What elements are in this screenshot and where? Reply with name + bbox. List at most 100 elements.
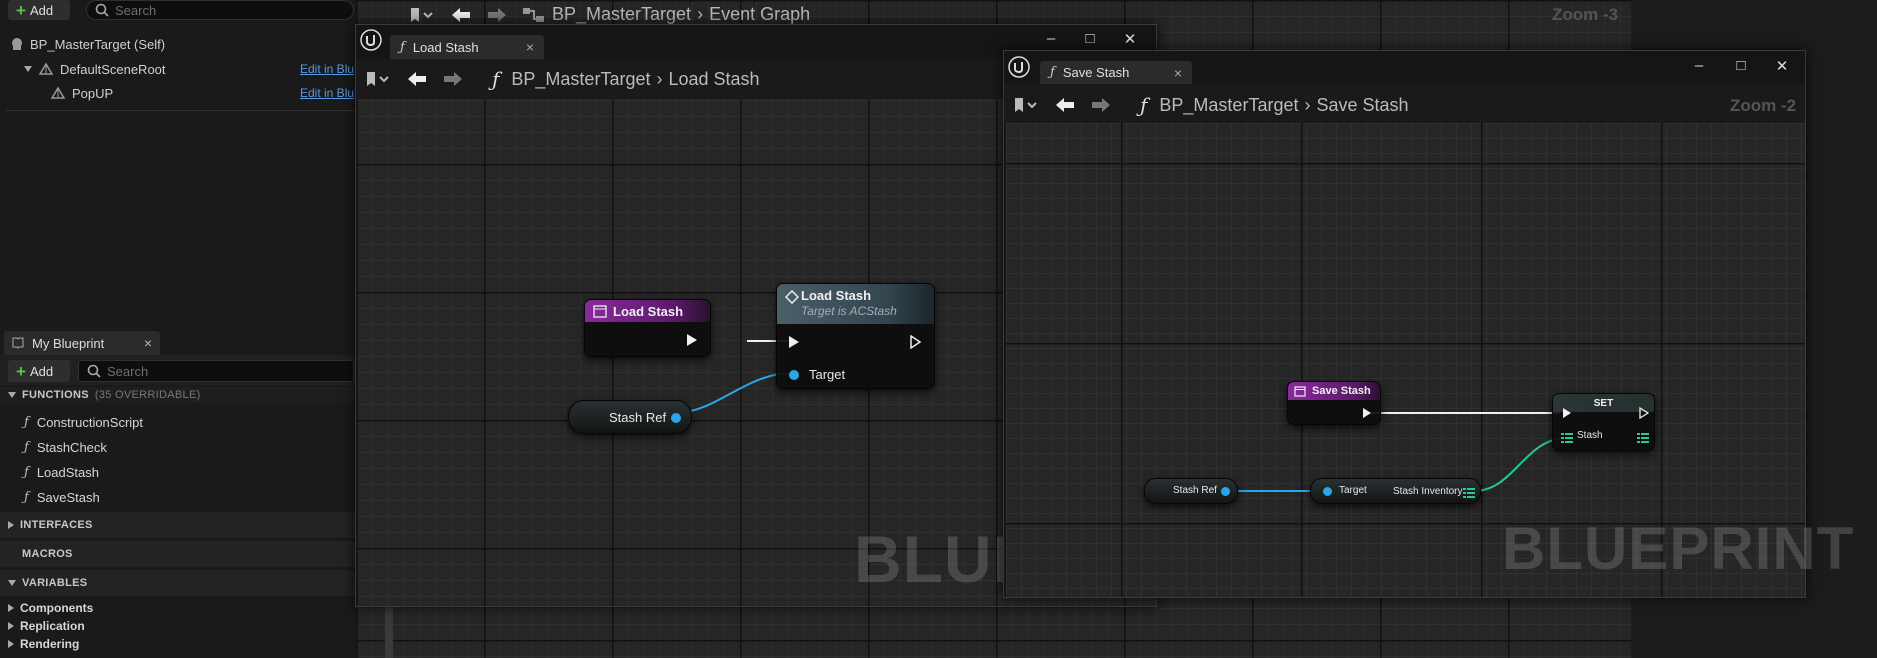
- stash-inventory-getter-node[interactable]: Target Stash Inventory: [1310, 478, 1481, 504]
- add-label: Add: [29, 2, 54, 18]
- stash-ref-getter-node[interactable]: Stash Ref: [1144, 478, 1238, 504]
- target-pin[interactable]: [789, 370, 799, 380]
- stash-ref-label: Stash Ref: [609, 410, 667, 425]
- function-entry-icon: [593, 304, 607, 318]
- plus-icon: +: [16, 361, 26, 381]
- breadcrumb-separator-icon: ›: [697, 4, 704, 24]
- event-graph-breadcrumb: BP_MasterTarget › Event Graph: [522, 4, 810, 25]
- data-wire: [674, 372, 793, 414]
- components-add-button[interactable]: + Add: [8, 0, 70, 20]
- exec-out-pin[interactable]: [1363, 408, 1371, 418]
- expand-icon[interactable]: [24, 66, 32, 72]
- function-entry-node[interactable]: Load Stash: [584, 299, 711, 357]
- macros-section-header[interactable]: MACROS: [0, 541, 356, 567]
- exec-out-outline-icon[interactable]: [1639, 406, 1650, 422]
- function-icon: ƒ: [24, 440, 29, 455]
- function-icon: ƒ: [24, 490, 29, 505]
- call-node-header: Load Stash Target is ACStash: [777, 284, 934, 324]
- stash-ref-out-pin[interactable]: [1221, 487, 1230, 496]
- expand-icon[interactable]: [8, 580, 16, 586]
- function-item-label: StashCheck: [36, 440, 107, 455]
- my-blueprint-search-input[interactable]: [107, 363, 353, 379]
- variable-category-label: Components: [20, 601, 94, 615]
- my-blueprint-tab-label: My Blueprint: [32, 335, 105, 351]
- event-graph-toolbar: BP_MasterTarget › Event Graph: [408, 4, 810, 25]
- edit-in-blueprint-link[interactable]: Edit in Blu: [300, 86, 354, 100]
- bookmark-icon[interactable]: [408, 6, 436, 24]
- load-stash-call-node[interactable]: Load Stash Target is ACStash Target: [776, 283, 935, 389]
- components-search-input[interactable]: [115, 2, 353, 18]
- event-graph-icon: [522, 6, 546, 24]
- add-label: Add: [29, 363, 54, 379]
- expand-icon[interactable]: [8, 392, 16, 398]
- interfaces-section-header[interactable]: INTERFACES: [0, 512, 356, 538]
- target-pin-label: Target: [809, 367, 846, 382]
- save-stash-window[interactable]: ƒ Save Stash × – □ ✕ ƒ BP_MasterTarget ›…: [1003, 50, 1853, 598]
- variable-category-components[interactable]: Components: [8, 601, 93, 615]
- component-popup[interactable]: PopUP: [50, 81, 113, 105]
- stash-pin-label: Stash: [1577, 430, 1603, 441]
- call-node-subtitle: Target is ACStash: [801, 304, 897, 318]
- my-blueprint-tab[interactable]: My Blueprint ×: [4, 331, 160, 355]
- expand-icon[interactable]: [8, 622, 14, 630]
- call-node-title: Load Stash: [801, 288, 872, 303]
- scene-component-icon: [50, 86, 66, 100]
- function-entry-header: Save Stash: [1288, 382, 1380, 400]
- exec-in-pin[interactable]: [1563, 408, 1571, 418]
- function-entry-node[interactable]: Save Stash: [1287, 381, 1381, 425]
- function-icon: ƒ: [24, 415, 29, 430]
- function-item-construction-script[interactable]: ƒ ConstructionScript: [24, 415, 143, 430]
- array-in-pin-icon[interactable]: [1561, 432, 1573, 446]
- function-entry-title: Load Stash: [613, 303, 684, 319]
- expand-icon[interactable]: [8, 521, 14, 529]
- expand-icon[interactable]: [8, 640, 14, 648]
- function-item-load-stash[interactable]: ƒ LoadStash: [24, 465, 99, 480]
- components-search[interactable]: [86, 0, 354, 20]
- component-popup-label: PopUP: [72, 85, 114, 101]
- variable-category-label: Replication: [20, 619, 85, 633]
- macros-header-label: MACROS: [22, 548, 73, 560]
- self-icon: [10, 37, 24, 51]
- exec-in-pin[interactable]: [789, 336, 799, 348]
- event-graph-zoom: Zoom -3: [1552, 5, 1619, 24]
- functions-count: (35 OVERRIDABLE): [94, 389, 201, 401]
- function-call-icon: [784, 289, 800, 307]
- variable-category-replication[interactable]: Replication: [8, 619, 85, 633]
- left-panel: + Add BP_MasterTarget (Self) DefaultScen…: [0, 0, 356, 658]
- forward-arrow-icon[interactable]: [486, 6, 508, 24]
- function-item-save-stash[interactable]: ƒ SaveStash: [24, 490, 100, 505]
- stash-ref-out-pin[interactable]: [671, 413, 681, 423]
- interfaces-header-label: INTERFACES: [20, 519, 93, 531]
- my-blueprint-add-button[interactable]: + Add: [8, 360, 70, 382]
- functions-section-header[interactable]: FUNCTIONS (35 OVERRIDABLE): [0, 387, 356, 403]
- plus-icon: +: [16, 0, 26, 20]
- component-self[interactable]: BP_MasterTarget (Self): [10, 32, 165, 56]
- variable-category-rendering[interactable]: Rendering: [8, 637, 79, 651]
- array-out-pin-icon[interactable]: [1637, 432, 1649, 446]
- expand-icon[interactable]: [8, 604, 14, 612]
- save-wires: [1222, 412, 1567, 492]
- component-default-scene-root[interactable]: DefaultSceneRoot: [24, 57, 166, 81]
- set-node[interactable]: SET Stash: [1552, 393, 1655, 451]
- close-icon[interactable]: ×: [144, 335, 152, 351]
- variables-section-header[interactable]: VARIABLES: [0, 570, 356, 596]
- search-icon: [87, 364, 101, 378]
- exec-out-pin[interactable]: [687, 334, 697, 346]
- function-entry-header: Load Stash: [585, 300, 710, 322]
- breadcrumb-root[interactable]: BP_MasterTarget: [552, 4, 691, 25]
- function-item-label: ConstructionScript: [36, 415, 144, 430]
- my-blueprint-search[interactable]: [78, 360, 354, 382]
- function-entry-title: Save Stash: [1312, 385, 1371, 397]
- panel-divider: [6, 110, 356, 111]
- edit-in-blueprint-link[interactable]: Edit in Blu: [300, 62, 354, 76]
- book-icon: [12, 337, 24, 349]
- function-item-stash-check[interactable]: ƒ StashCheck: [24, 440, 107, 455]
- function-item-label: SaveStash: [36, 490, 100, 505]
- target-pin[interactable]: [1323, 487, 1332, 496]
- array-out-pin-icon[interactable]: [1463, 487, 1475, 501]
- variable-category-label: Rendering: [20, 637, 80, 651]
- function-item-label: LoadStash: [36, 465, 99, 480]
- stash-ref-getter-node[interactable]: Stash Ref: [568, 400, 692, 434]
- back-arrow-icon[interactable]: [450, 6, 472, 24]
- search-icon: [95, 3, 109, 17]
